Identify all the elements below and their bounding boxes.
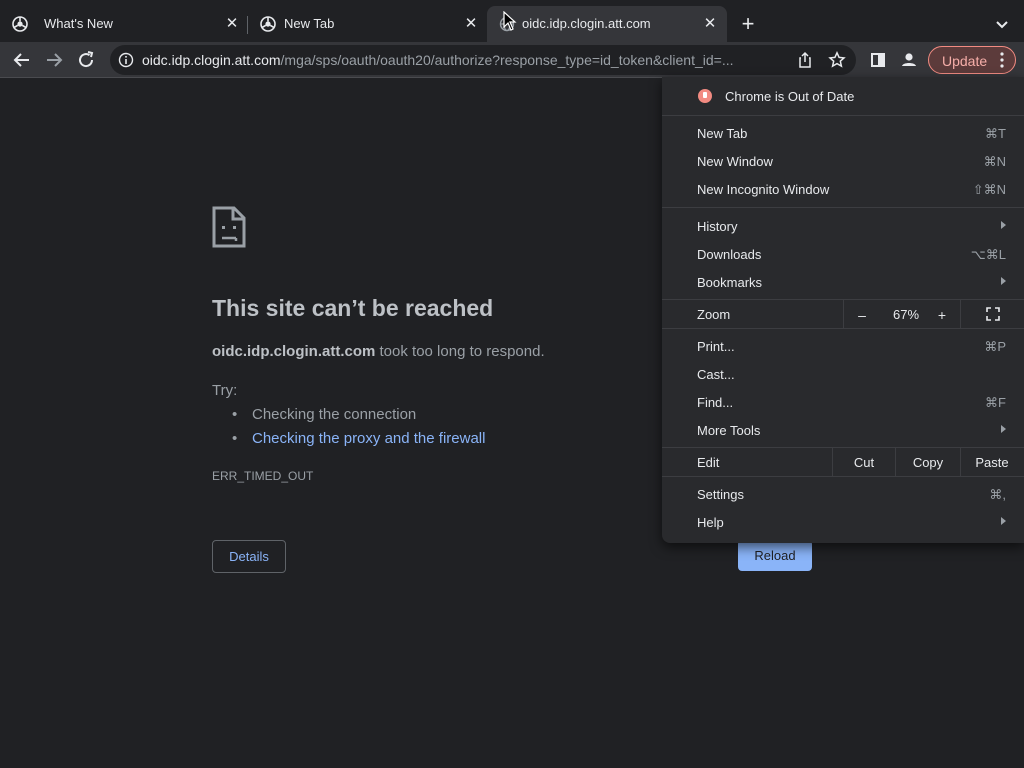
menu-divider	[662, 476, 1024, 477]
menu-divider	[662, 207, 1024, 208]
error-host: oidc.idp.clogin.att.com	[212, 343, 376, 360]
tab-close-icon[interactable]: ✕	[222, 14, 242, 34]
forward-arrow-icon[interactable]	[42, 48, 66, 72]
chrome-icon	[12, 16, 28, 32]
chevron-down-icon[interactable]	[992, 14, 1012, 34]
try-label: Try:	[212, 382, 238, 399]
sad-page-icon	[212, 206, 246, 248]
url-host: oidc.idp.clogin.att.com	[142, 52, 281, 68]
menu-divider	[662, 115, 1024, 116]
update-button[interactable]: Update	[928, 46, 1016, 74]
fullscreen-icon[interactable]	[986, 307, 1000, 321]
menu-item-cast[interactable]: Cast...	[662, 360, 1024, 388]
zoom-level: 67%	[893, 307, 920, 322]
tab-title: What's New	[44, 16, 113, 31]
menu-label: Help	[697, 515, 724, 530]
menu-item-new-incognito[interactable]: New Incognito Window ⇧⌘N	[662, 175, 1024, 203]
tab-oidc-active[interactable]: oidc.idp.clogin.att.com ✕	[487, 6, 727, 42]
new-tab-button[interactable]: +	[737, 13, 759, 35]
menu-row-edit: Edit Cut Copy Paste	[662, 448, 1024, 476]
menu-shortcut: ⌘P	[984, 339, 1006, 354]
menu-label: Zoom	[697, 307, 731, 322]
menu-divider	[843, 300, 844, 328]
error-code: ERR_TIMED_OUT	[212, 469, 314, 483]
profile-avatar-icon[interactable]	[897, 48, 921, 72]
cut-button[interactable]: Cut	[833, 455, 895, 470]
menu-shortcut: ⌘F	[985, 395, 1006, 410]
star-icon[interactable]	[828, 51, 846, 69]
menu-divider	[960, 300, 961, 328]
menu-label: Bookmarks	[697, 275, 763, 290]
menu-label: New Incognito Window	[697, 182, 830, 197]
copy-button[interactable]: Copy	[896, 455, 960, 470]
tab-title: New Tab	[284, 16, 335, 31]
zoom-in-button[interactable]: +	[932, 307, 952, 323]
menu-label: More Tools	[697, 423, 761, 438]
menu-item-help[interactable]: Help	[662, 508, 1024, 536]
out-of-date-label: Chrome is Out of Date	[725, 89, 855, 104]
address-bar[interactable]: oidc.idp.clogin.att.com/mga/sps/oauth/oa…	[110, 45, 856, 75]
tab-whats-new[interactable]: What's New ✕	[0, 6, 246, 42]
menu-shortcut: ⌘,	[989, 487, 1006, 502]
menu-shortcut: ⌘N	[983, 154, 1006, 169]
menu-shortcut: ⌥⌘L	[970, 247, 1006, 262]
menu-item-new-window[interactable]: New Window ⌘N	[662, 147, 1024, 175]
menu-item-settings[interactable]: Settings ⌘,	[662, 480, 1024, 508]
menu-label: New Window	[697, 154, 773, 169]
menu-item-out-of-date[interactable]: Chrome is Out of Date	[662, 82, 1024, 110]
submenu-arrow-icon	[1001, 277, 1006, 285]
share-icon[interactable]	[796, 51, 814, 69]
menu-item-more-tools[interactable]: More Tools	[662, 416, 1024, 444]
paste-button[interactable]: Paste	[961, 455, 1023, 470]
reload-icon[interactable]	[74, 48, 98, 72]
menu-label: Downloads	[697, 247, 762, 262]
tab-title: oidc.idp.clogin.att.com	[522, 16, 651, 31]
menu-item-history[interactable]: History	[662, 212, 1024, 240]
menu-item-bookmarks[interactable]: Bookmarks	[662, 268, 1024, 296]
zoom-out-button[interactable]: –	[852, 307, 872, 323]
toolbar: oidc.idp.clogin.att.com/mga/sps/oauth/oa…	[0, 42, 1024, 78]
url-text[interactable]: oidc.idp.clogin.att.com/mga/sps/oauth/oa…	[142, 52, 782, 68]
menu-label: Cast...	[697, 367, 735, 382]
more-vert-icon	[1000, 52, 1004, 68]
tab-new-tab[interactable]: New Tab ✕	[248, 6, 486, 42]
reload-button[interactable]: Reload	[738, 540, 812, 571]
error-description-text: took too long to respond.	[375, 343, 545, 360]
proxy-firewall-link[interactable]: Checking the proxy and the firewall	[252, 430, 485, 447]
suggestion-text: Checking the connection	[252, 406, 417, 423]
menu-shortcut: ⇧⌘N	[972, 182, 1006, 197]
error-title: This site can’t be reached	[212, 295, 494, 321]
menu-label: Settings	[697, 487, 744, 502]
menu-shortcut: ⌘T	[985, 126, 1006, 141]
submenu-arrow-icon	[1001, 425, 1006, 433]
update-alert-icon	[698, 89, 712, 103]
info-icon[interactable]	[118, 52, 134, 68]
menu-label: Print...	[697, 339, 735, 354]
suggestion-item: Checking the connection	[232, 406, 416, 423]
submenu-arrow-icon	[1001, 517, 1006, 525]
url-path: /mga/sps/oauth/oauth20/authorize?respons…	[280, 52, 734, 68]
tab-close-icon[interactable]: ✕	[461, 14, 481, 34]
back-arrow-icon[interactable]	[10, 48, 34, 72]
menu-item-downloads[interactable]: Downloads ⌥⌘L	[662, 240, 1024, 268]
submenu-arrow-icon	[1001, 221, 1006, 229]
mouse-cursor-icon	[503, 11, 517, 31]
menu-row-zoom: Zoom – 67% +	[662, 300, 1024, 328]
menu-divider	[662, 328, 1024, 329]
menu-item-print[interactable]: Print... ⌘P	[662, 332, 1024, 360]
menu-label: Find...	[697, 395, 734, 410]
menu-label: History	[697, 219, 738, 234]
tab-close-icon[interactable]: ✕	[700, 14, 720, 34]
menu-label: Edit	[697, 455, 720, 470]
update-label: Update	[942, 53, 988, 69]
details-button[interactable]: Details	[212, 540, 286, 573]
menu-item-find[interactable]: Find... ⌘F	[662, 388, 1024, 416]
side-panel-icon[interactable]	[866, 48, 890, 72]
chrome-menu: Chrome is Out of Date New Tab ⌘T New Win…	[662, 77, 1024, 543]
menu-label: New Tab	[697, 126, 748, 141]
chrome-icon	[260, 16, 276, 32]
menu-item-new-tab[interactable]: New Tab ⌘T	[662, 119, 1024, 147]
suggestion-link[interactable]: Checking the proxy and the firewall	[232, 430, 485, 447]
error-description: oidc.idp.clogin.att.com took too long to…	[212, 343, 545, 360]
